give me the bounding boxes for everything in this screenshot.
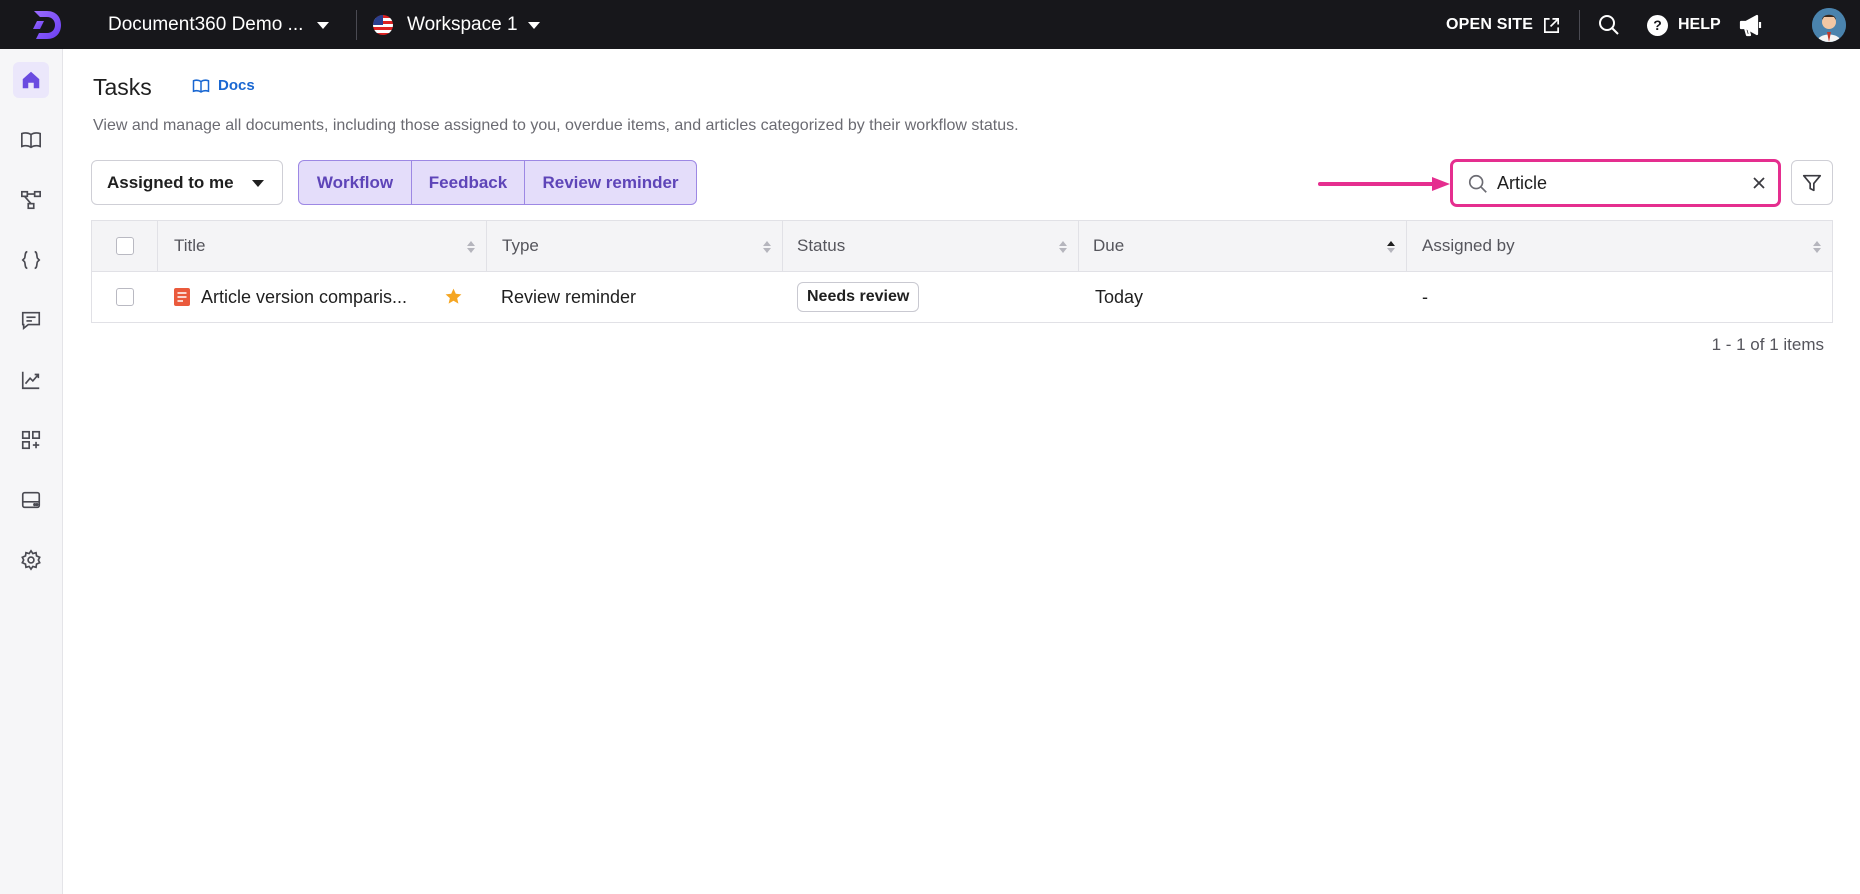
page-description: View and manage all documents, including… xyxy=(93,117,1019,134)
tab-feedback-label: Feedback xyxy=(428,172,508,192)
tab-review-reminder-label: Review reminder xyxy=(542,172,679,192)
star-icon[interactable] xyxy=(444,287,463,306)
tab-workflow[interactable]: Workflow xyxy=(298,160,412,205)
column-due-label: Due xyxy=(1093,236,1125,255)
docs-link[interactable]: Docs xyxy=(192,77,255,94)
sidebar-item-settings[interactable] xyxy=(13,542,49,578)
drive-icon xyxy=(21,491,41,509)
sort-icon[interactable] xyxy=(762,239,772,255)
sidebar-item-drive[interactable] xyxy=(13,482,49,518)
sidebar-item-integrations[interactable] xyxy=(13,422,49,458)
settings-icon xyxy=(21,549,41,571)
analytics-icon xyxy=(21,371,40,390)
row-assigned-by: - xyxy=(1407,272,1832,322)
sidebar-item-home[interactable] xyxy=(13,62,49,98)
page-title: Tasks xyxy=(93,74,152,100)
sort-icon[interactable] xyxy=(466,239,476,255)
tab-workflow-label: Workflow xyxy=(316,172,394,192)
workspace-name: Workspace 1 xyxy=(407,14,518,35)
pagination-summary: 1 - 1 of 1 items xyxy=(1711,335,1824,354)
us-flag-icon xyxy=(373,15,393,35)
left-sidebar xyxy=(0,49,63,894)
open-site-label: OPEN SITE xyxy=(1446,16,1534,33)
table-header: Title Type Status Due Assigned by xyxy=(92,221,1832,272)
workspace-selector[interactable]: Workspace 1 xyxy=(373,12,540,38)
book-icon xyxy=(192,79,210,93)
sidebar-item-workflow[interactable] xyxy=(13,182,49,218)
search-box xyxy=(1450,159,1781,207)
column-assigned-by[interactable]: Assigned by xyxy=(1407,221,1832,271)
search-icon[interactable] xyxy=(1597,13,1621,37)
column-title[interactable]: Title xyxy=(158,221,487,271)
help-label: HELP xyxy=(1678,16,1721,33)
column-title-label: Title xyxy=(174,236,206,255)
row-type-value: Review reminder xyxy=(501,286,637,307)
tasks-table: Title Type Status Due Assigned by Articl… xyxy=(91,220,1833,323)
top-bar: Document360 Demo ... Workspace 1 OPEN SI… xyxy=(0,0,1860,49)
tab-review-reminder[interactable]: Review reminder xyxy=(524,160,697,205)
avatar-image-icon xyxy=(1812,8,1846,42)
row-assigned-by-value: - xyxy=(1422,286,1428,307)
article-icon xyxy=(174,288,190,306)
row-status: Needs review xyxy=(783,272,1079,322)
book-icon xyxy=(21,132,41,149)
project-selector[interactable]: Document360 Demo ... xyxy=(108,12,330,38)
table-row[interactable]: Article version comparis... Review remin… xyxy=(92,272,1832,322)
search-input[interactable] xyxy=(1497,171,1737,195)
filter-icon xyxy=(1802,174,1822,191)
help-button[interactable]: ? HELP xyxy=(1647,12,1721,38)
workflow-icon xyxy=(21,190,41,210)
row-title[interactable]: Article version comparis... xyxy=(201,287,407,308)
docs-link-label: Docs xyxy=(218,77,255,94)
sidebar-item-analytics[interactable] xyxy=(13,362,49,398)
assigned-filter-dropdown[interactable]: Assigned to me xyxy=(91,160,283,205)
assigned-filter-label: Assigned to me xyxy=(107,172,234,192)
chevron-down-icon xyxy=(527,21,540,29)
sidebar-item-feedback[interactable] xyxy=(13,302,49,338)
sidebar-item-api[interactable] xyxy=(13,242,49,278)
divider xyxy=(356,10,357,40)
sort-ascending-icon[interactable] xyxy=(1386,239,1396,255)
filter-button[interactable] xyxy=(1791,160,1833,205)
document360-logo-icon[interactable] xyxy=(28,7,64,43)
divider xyxy=(1579,10,1580,40)
braces-icon xyxy=(21,250,41,270)
sort-icon[interactable] xyxy=(1058,239,1068,255)
open-site-button[interactable]: OPEN SITE xyxy=(1446,12,1561,38)
help-icon: ? xyxy=(1647,14,1668,36)
sort-icon[interactable] xyxy=(1812,239,1822,255)
row-select xyxy=(92,272,158,322)
column-type[interactable]: Type xyxy=(487,221,783,271)
column-type-label: Type xyxy=(502,236,539,255)
comment-icon xyxy=(21,311,41,330)
apps-add-icon xyxy=(21,430,41,450)
column-due[interactable]: Due xyxy=(1079,221,1407,271)
column-status-label: Status xyxy=(797,236,846,255)
column-assigned-by-label: Assigned by xyxy=(1422,236,1515,255)
annotation-arrow-icon xyxy=(1318,177,1450,191)
header-select-all xyxy=(92,221,158,271)
status-badge: Needs review xyxy=(797,282,920,312)
column-status[interactable]: Status xyxy=(783,221,1079,271)
search-icon xyxy=(1468,174,1487,193)
chevron-down-icon xyxy=(317,21,330,29)
tab-feedback[interactable]: Feedback xyxy=(411,160,525,205)
external-link-icon xyxy=(1544,17,1560,33)
row-due: Today xyxy=(1079,272,1407,322)
row-due-value: Today xyxy=(1095,286,1144,307)
project-name: Document360 Demo ... xyxy=(108,14,304,35)
chevron-down-icon xyxy=(252,180,264,187)
megaphone-icon[interactable] xyxy=(1738,12,1764,38)
select-all-checkbox[interactable] xyxy=(115,237,134,255)
row-checkbox[interactable] xyxy=(116,288,134,306)
user-avatar[interactable] xyxy=(1812,8,1846,42)
close-icon[interactable] xyxy=(1750,174,1768,192)
sidebar-item-documentation[interactable] xyxy=(13,122,49,158)
row-title-cell: Article version comparis... xyxy=(158,272,487,322)
home-icon xyxy=(22,71,40,89)
row-type: Review reminder xyxy=(487,272,783,322)
